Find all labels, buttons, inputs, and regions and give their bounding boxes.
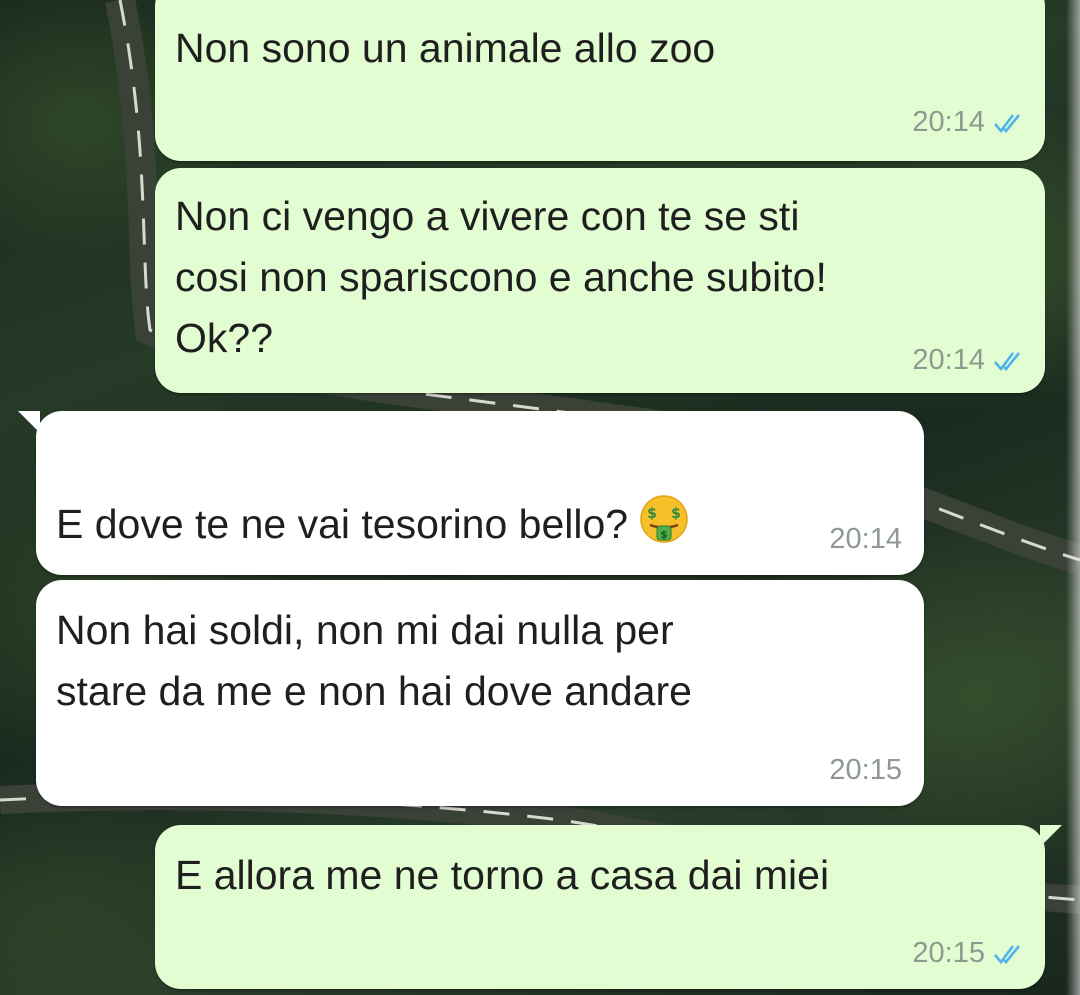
message-meta: 20:15: [912, 937, 1023, 970]
message-meta: 20:14: [912, 344, 1023, 377]
message-time: 20:14: [912, 106, 985, 138]
double-check-blue-icon: [994, 351, 1021, 371]
message-time: 20:15: [829, 754, 902, 786]
money-mouth-face-icon: $ $ $: [640, 495, 688, 543]
message-text-content: E dove te ne vai tesorino bello?: [56, 501, 629, 547]
message-text: Non hai soldi, non mi dai nulla per star…: [56, 607, 692, 714]
message-bubble-outgoing[interactable]: Non sono un animale allo zoo 20:14: [155, 0, 1045, 161]
message-meta: 20:14: [912, 106, 1023, 139]
message-bubble-outgoing[interactable]: E allora me ne torno a casa dai miei 20:…: [155, 825, 1045, 989]
message-bubble-incoming[interactable]: Non hai soldi, non mi dai nulla per star…: [36, 580, 924, 806]
message-time: 20:14: [912, 344, 985, 376]
message-text: Non ci vengo a vivere con te se sti cosi…: [175, 193, 827, 361]
svg-text:$: $: [660, 528, 668, 541]
message-meta: 20:15: [829, 754, 902, 787]
message-meta: 20:14: [829, 523, 902, 556]
message-text: E dove te ne vai tesorino bello? $ $ $: [56, 433, 690, 555]
double-check-blue-icon: [994, 944, 1021, 964]
svg-text:$: $: [671, 506, 681, 522]
screen-edge: [1066, 0, 1080, 995]
svg-text:$: $: [647, 506, 657, 522]
message-text: Non sono un animale allo zoo: [175, 25, 716, 71]
message-bubble-outgoing[interactable]: Non ci vengo a vivere con te se sti cosi…: [155, 168, 1045, 393]
message-text: E allora me ne torno a casa dai miei: [175, 852, 830, 898]
message-time: 20:14: [829, 523, 902, 555]
double-check-blue-icon: [994, 113, 1021, 133]
message-bubble-incoming[interactable]: E dove te ne vai tesorino bello? $ $ $ 2…: [36, 411, 924, 575]
message-time: 20:15: [912, 937, 985, 969]
